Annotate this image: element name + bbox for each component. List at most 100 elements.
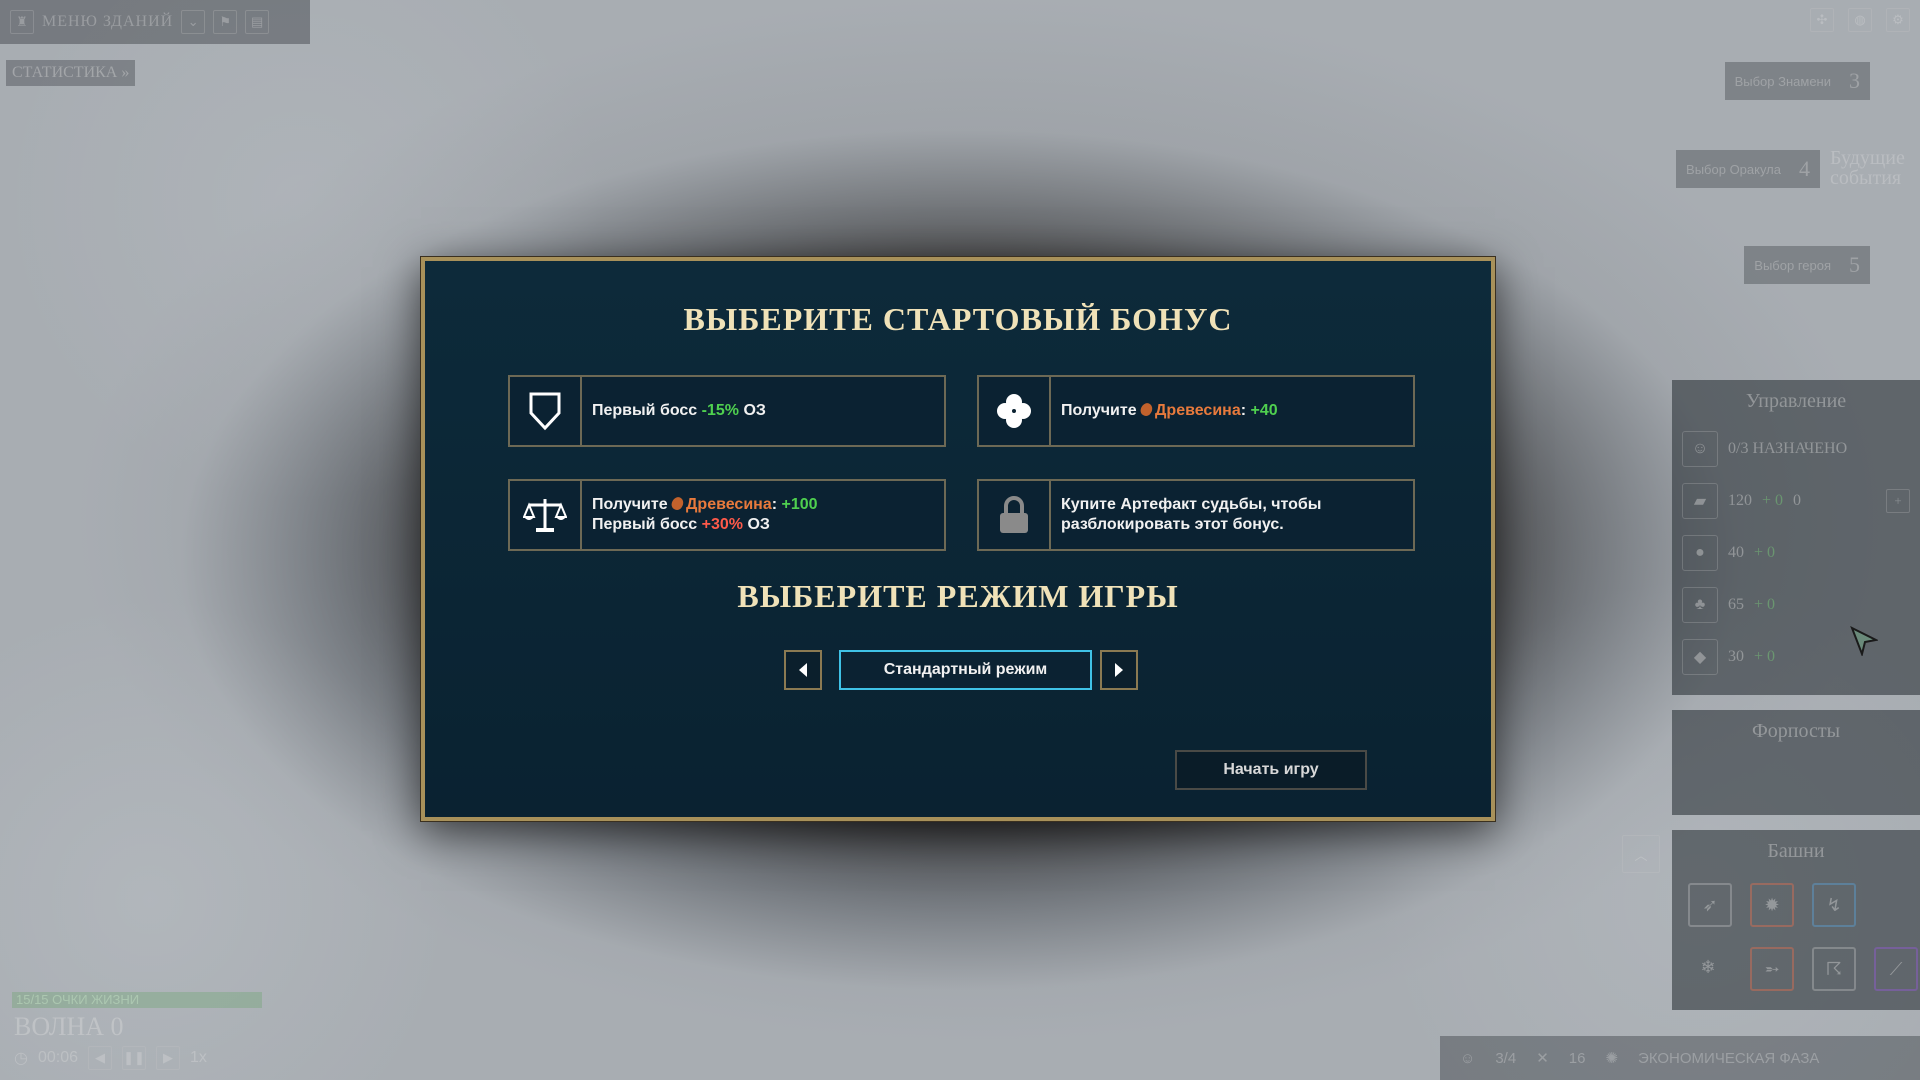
resource-value: 40 bbox=[1728, 544, 1744, 561]
mode-value-button[interactable]: Стандартный режим bbox=[839, 650, 1092, 690]
shield-icon bbox=[529, 392, 561, 431]
resource-value: 30 bbox=[1728, 648, 1744, 665]
bonus-text: Получите Древесина: +40 bbox=[1051, 401, 1278, 421]
mode-title: ВЫБЕРИТЕ РЕЖИМ ИГРЫ bbox=[737, 578, 1179, 614]
tower-slot[interactable] bbox=[1874, 883, 1914, 923]
timer-value: 00:06 bbox=[37, 1049, 79, 1066]
flag-icon[interactable]: ⚑ bbox=[213, 10, 238, 34]
hero-choice[interactable]: Выбор героя 5 bbox=[1744, 246, 1870, 284]
top-left-toolbar: ♜ МЕНЮ ЗДАНИЙ ⌄ ⚑ ▤ bbox=[0, 0, 310, 44]
resource-value: 120 bbox=[1728, 492, 1752, 509]
stone-icon: ● bbox=[1682, 535, 1718, 571]
bonus-text: Первый босс -15% ОЗ bbox=[582, 401, 766, 421]
speed-value[interactable]: 1x bbox=[190, 1049, 207, 1067]
caret-left-icon bbox=[799, 663, 807, 677]
tower-slot[interactable]: ☈ bbox=[1812, 947, 1856, 991]
bonus-text-a: Первый босс bbox=[592, 402, 702, 419]
bonus-text-c: ОЗ bbox=[739, 402, 766, 419]
kills-icon: ✕ bbox=[1536, 1050, 1549, 1067]
towers-panel: Башни ➶ ✹ ↯ ❄ ➵ ☈ ⟋ bbox=[1672, 830, 1920, 1010]
worker-icon: ☺ bbox=[1682, 431, 1718, 467]
bonus-penalty: +30% bbox=[701, 516, 744, 533]
bonus-text-a: Первый босс bbox=[592, 516, 702, 533]
oracle-choice[interactable]: Выбор Оракула 4 bbox=[1676, 150, 1820, 188]
hero-choice-number: 5 bbox=[1849, 252, 1860, 277]
bonus-option-first-boss[interactable]: Первый босс -15% ОЗ bbox=[508, 375, 946, 447]
timer-row: ◷ 00:06 ◀ ❚❚ ▶ 1x bbox=[14, 1046, 207, 1070]
kills-count: 16 bbox=[1568, 1049, 1586, 1067]
wave-label: ВОЛНА 0 bbox=[14, 1012, 124, 1041]
management-title: Управление bbox=[1745, 390, 1847, 412]
pause-icon[interactable]: ❚❚ bbox=[122, 1046, 147, 1070]
tower-slot[interactable]: ↯ bbox=[1812, 883, 1856, 927]
bonus-text: Получите Древесина: +100 Первый босс +30… bbox=[582, 495, 818, 535]
wheat-icon: ♣ bbox=[1682, 587, 1718, 623]
banner-choice[interactable]: Выбор Знамени 3 bbox=[1724, 62, 1870, 100]
top-right-icons: ✣ ◍ ⚙ bbox=[1810, 8, 1910, 32]
building-menu-button[interactable]: МЕНЮ ЗДАНИЙ bbox=[42, 13, 173, 31]
wood-icon bbox=[669, 495, 686, 512]
start-game-button[interactable]: Начать игру bbox=[1175, 750, 1367, 790]
bonus-option-wood-100[interactable]: Получите Древесина: +100 Первый босс +30… bbox=[508, 479, 946, 551]
globe-icon[interactable]: ◍ bbox=[1848, 8, 1872, 32]
towers-title: Башни bbox=[1767, 840, 1825, 862]
bonus-line-1: Получите Древесина: +100 bbox=[592, 495, 818, 515]
resource-plus: + 0 bbox=[1754, 544, 1776, 561]
management-panel: Управление ☺ 0/3 НАЗНАЧЕНО ▰ 120 + 0 0 +… bbox=[1672, 380, 1920, 695]
wood-label: Древесина bbox=[1155, 402, 1241, 419]
bonus-text-c: ОЗ bbox=[743, 516, 770, 533]
bonus-option-locked[interactable]: Купите Артефакт судьбы, чтобы разблокиро… bbox=[977, 479, 1415, 551]
bonus-value: +100 bbox=[781, 496, 818, 513]
assigned-label: 0/3 НАЗНАЧЕНО bbox=[1728, 440, 1848, 457]
bonus-option-wood-40[interactable]: Получите Древесина: +40 bbox=[977, 375, 1415, 447]
resource-plus: + 0 bbox=[1754, 648, 1776, 665]
mode-prev-button[interactable] bbox=[784, 650, 822, 690]
bonus-title: ВЫБЕРИТЕ СТАРТОВЫЙ БОНУС bbox=[683, 301, 1233, 337]
tower-slot[interactable]: ➶ bbox=[1688, 883, 1732, 927]
network-icon[interactable]: ✣ bbox=[1810, 8, 1834, 32]
wood-label: Древесина bbox=[686, 496, 772, 513]
resource-row: ♣ 65 + 0 bbox=[1672, 579, 1920, 631]
tower-slot[interactable]: ➵ bbox=[1750, 947, 1794, 991]
mode-selector: Стандартный режим bbox=[425, 650, 1491, 692]
tower-grid: ➶ ✹ ↯ ❄ ➵ ☈ ⟋ bbox=[1672, 873, 1920, 1001]
bonus-line-2: Первый босс +30% ОЗ bbox=[592, 515, 818, 535]
hero-choice-label: Выбор героя bbox=[1754, 257, 1831, 273]
lock-icon bbox=[1000, 496, 1028, 533]
bonus-locked-text: Купите Артефакт судьбы, чтобы разблокиро… bbox=[1061, 496, 1322, 533]
meat-icon: ◆ bbox=[1682, 639, 1718, 675]
chevron-down-icon[interactable]: ⌄ bbox=[181, 10, 206, 34]
tower-slot[interactable]: ❄ bbox=[1688, 947, 1728, 987]
assigned-row: ☺ 0/3 НАЗНАЧЕНО bbox=[1672, 423, 1920, 475]
statistics-button[interactable]: СТАТИСТИКА » bbox=[6, 60, 136, 86]
phase-label: ЭКОНОМИЧЕСКАЯ ФАЗА bbox=[1638, 1049, 1820, 1067]
clover-icon bbox=[997, 394, 1031, 428]
outposts-title: Форпосты bbox=[1751, 720, 1841, 742]
lock-icon-box bbox=[979, 481, 1051, 549]
clock-icon: ◷ bbox=[14, 1050, 28, 1067]
gear-icon[interactable]: ⚙ bbox=[1886, 8, 1910, 32]
mode-next-button[interactable] bbox=[1100, 650, 1138, 690]
bonus-text-a: Получите bbox=[1061, 402, 1142, 419]
bonus-text-a: Получите bbox=[592, 496, 673, 513]
health-label: 15/15 ОЧКИ ЖИЗНИ bbox=[16, 992, 140, 1007]
bonus-value: -15% bbox=[701, 402, 739, 419]
castle-icon[interactable]: ♜ bbox=[10, 10, 34, 34]
play-icon[interactable]: ▶ bbox=[156, 1046, 181, 1070]
bonus-text-c: : bbox=[771, 496, 782, 513]
future-events-label: Будущие события bbox=[1830, 147, 1905, 189]
scales-icon bbox=[523, 499, 567, 532]
chevron-up-icon[interactable]: ︿ bbox=[1622, 835, 1660, 873]
banner-choice-number: 3 bbox=[1849, 68, 1860, 93]
wood-icon: ▰ bbox=[1682, 483, 1718, 519]
start-bonus-dialog: ВЫБЕРИТЕ СТАРТОВЫЙ БОНУС Первый босс -15… bbox=[421, 257, 1495, 821]
plus-icon[interactable]: + bbox=[1886, 489, 1910, 513]
tower-slot[interactable]: ✹ bbox=[1750, 883, 1794, 927]
resource-plus: + 0 bbox=[1762, 492, 1784, 509]
shield-icon-box bbox=[510, 377, 582, 445]
resource-row: ◆ 30 + 0 bbox=[1672, 631, 1920, 683]
tower-slot[interactable]: ⟋ bbox=[1874, 947, 1918, 991]
bottom-status-bar: ☺ 3/4 ✕ 16 ✺ ЭКОНОМИЧЕСКАЯ ФАЗА bbox=[1440, 1036, 1920, 1080]
book-icon[interactable]: ▤ bbox=[245, 10, 270, 34]
rewind-icon[interactable]: ◀ bbox=[88, 1046, 113, 1070]
